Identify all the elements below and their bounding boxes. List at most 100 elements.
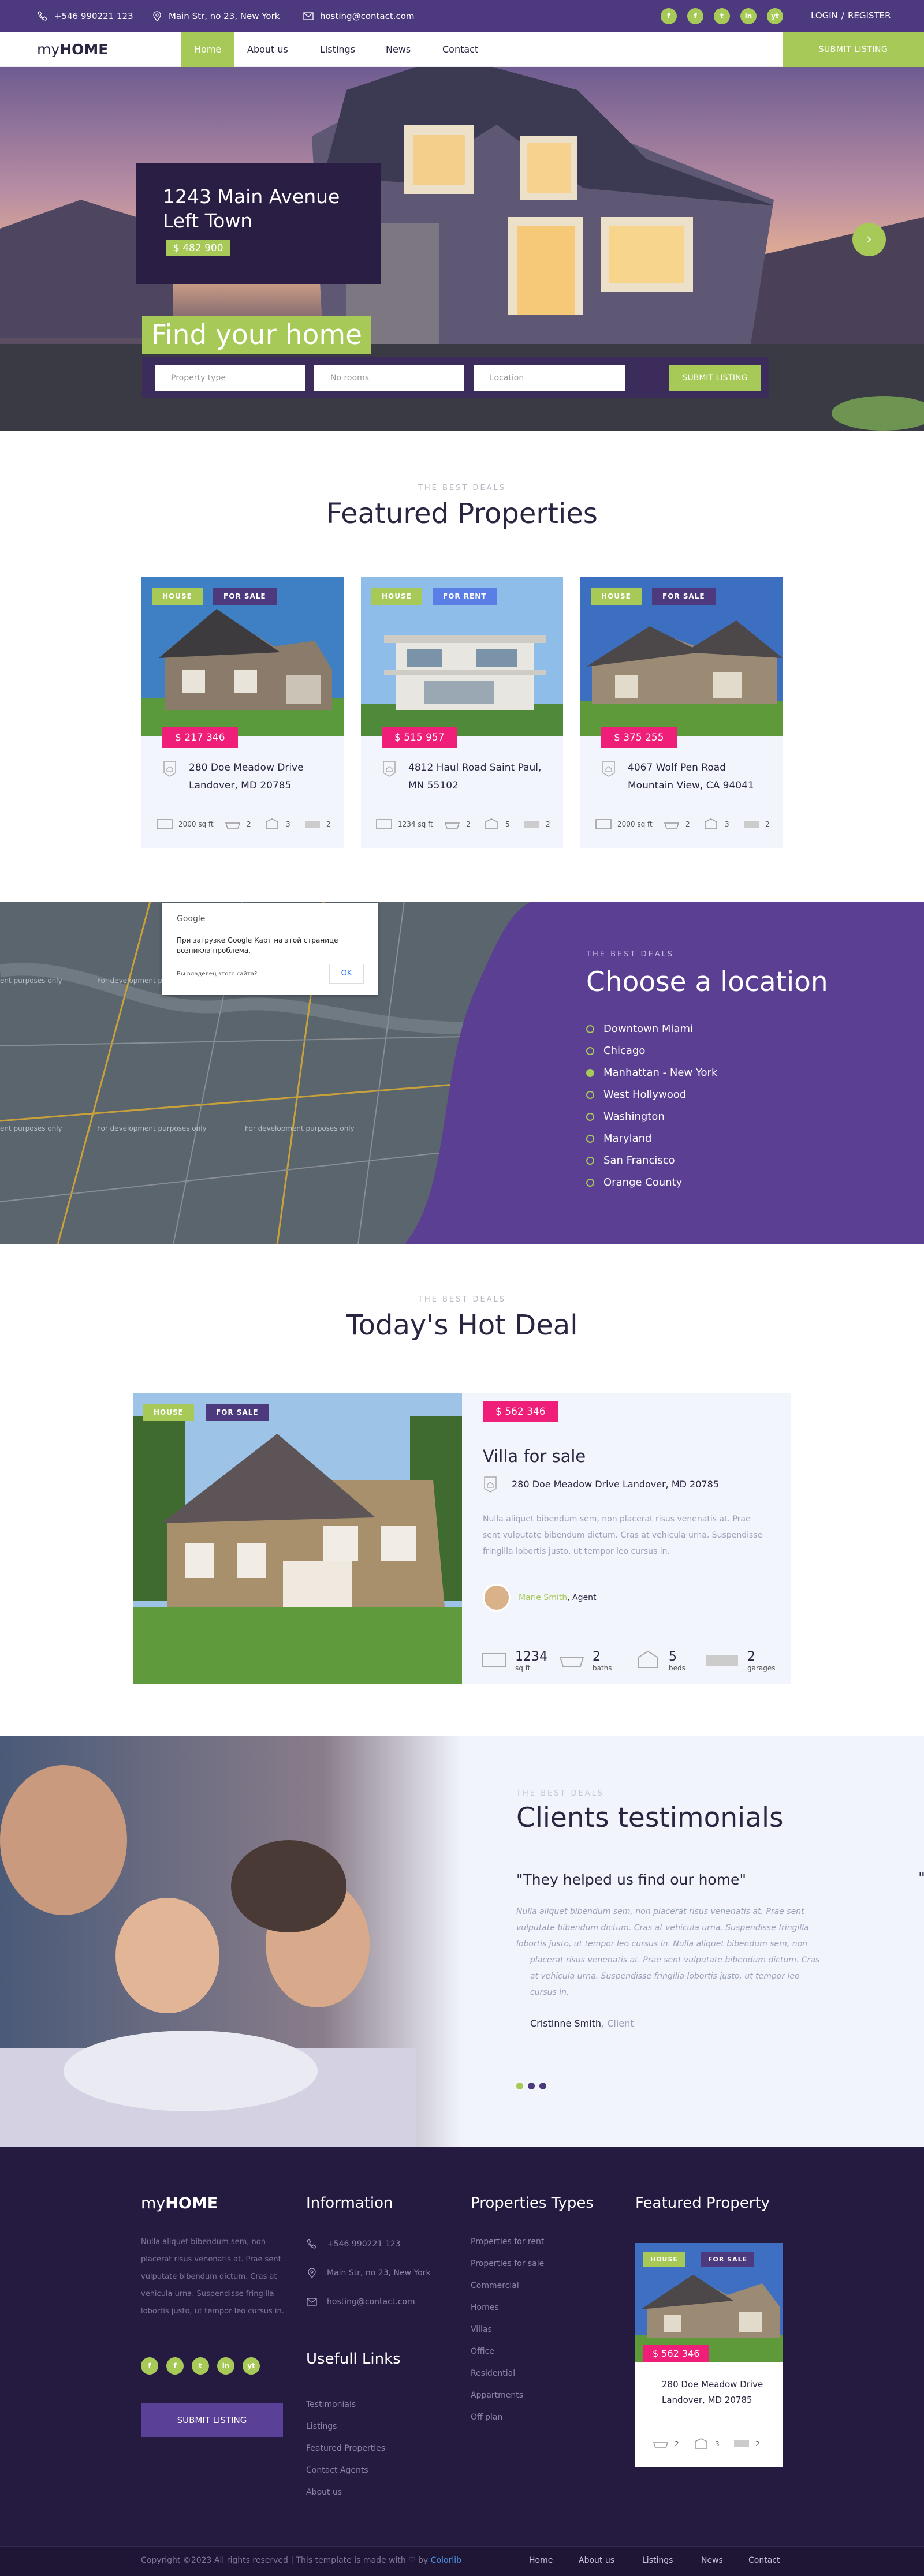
home-pin-icon [484,1476,497,1493]
footer-link[interactable]: Testimonials [306,2400,356,2409]
colorlib-link[interactable]: Colorlib [431,2556,461,2565]
footer-description: Nulla aliquet bibendum sem, non placerat… [141,2238,284,2316]
social-twitter-icon[interactable]: t [714,8,730,24]
nav-item-contact[interactable]: Contact [430,32,491,67]
topbar-phone: +546 990221 123 [54,11,133,21]
social-facebook-icon[interactable]: f [661,8,677,24]
nav-item-news[interactable]: News [373,32,423,67]
footer-logo[interactable]: myHOME [141,2194,218,2212]
location-item-active[interactable]: Manhattan - New York [586,1067,717,1079]
stat-unit: baths [593,1664,612,1672]
nav-item-listings[interactable]: Listings [307,32,368,67]
address-line1: 280 Doe Meadow Drive [189,762,304,773]
property-card[interactable]: HOUSE FOR SALE $ 217 346 280 Doe Meadow … [141,577,344,848]
footer-featured-card[interactable]: HOUSE FOR SALE $ 562 346 280 Doe Meadow … [635,2243,783,2467]
property-stats: 1234 sq ft 2 5 2 [376,818,550,832]
footer-bottom-bar: Copyright ©2023 All rights reserved | Th… [0,2546,924,2576]
property-price: $ 515 957 [382,727,457,748]
agent-label: Marie Smith, Agent [519,1593,597,1602]
carousel-dot-active[interactable] [516,2083,523,2089]
hotdeal-image[interactable] [133,1393,462,1684]
location-item[interactable]: Washington [586,1111,665,1123]
site-logo[interactable]: myHOME [37,41,108,58]
location-item[interactable]: West Hollywood [586,1089,686,1101]
footer-email[interactable]: hosting@contact.com [306,2296,415,2308]
footer-nav-link[interactable]: News [701,2556,723,2565]
property-type-link[interactable]: Properties for rent [471,2237,544,2246]
footer-link[interactable]: Listings [306,2422,337,2431]
agent-name[interactable]: Marie Smith [519,1593,567,1602]
agent-info[interactable]: Marie Smith, Agent [483,1584,597,1612]
carousel-dot[interactable] [539,2083,546,2089]
register-link[interactable]: REGISTER [848,10,891,21]
address-line1: 4067 Wolf Pen Road [628,762,726,773]
email-contact[interactable]: hosting@contact.com [303,10,415,22]
location-item[interactable]: Maryland [586,1132,651,1145]
property-type-link[interactable]: Off plan [471,2413,502,2422]
location-item[interactable]: San Francisco [586,1154,675,1167]
social-facebook-alt-icon[interactable]: f [687,8,703,24]
footer-phone[interactable]: +546 990221 123 [306,2238,401,2250]
location-item[interactable]: Chicago [586,1045,645,1057]
rooms-field[interactable]: No rooms [314,365,464,391]
stat-unit: sq ft [515,1664,531,1672]
footer-link[interactable]: Contact Agents [306,2466,368,2475]
property-card[interactable]: HOUSE FOR SALE $ 375 255 4067 Wolf Pen R… [580,577,783,848]
social-twitter-icon[interactable]: t [192,2357,209,2375]
hotdeal-name[interactable]: Villa for sale [483,1446,586,1466]
property-type-link[interactable]: Commercial [471,2281,519,2290]
nav-item-home[interactable]: Home [181,32,234,67]
location-bullet-icon [586,1156,594,1165]
carousel-dot[interactable] [528,2083,535,2089]
footer-link[interactable]: Featured Properties [306,2444,385,2453]
slider-next-button[interactable]: › [852,223,886,256]
footer-nav-link[interactable]: Listings [642,2556,673,2565]
phone-text: +546 990221 123 [327,2239,401,2249]
search-submit-button[interactable]: SUBMIT LISTING [669,365,761,391]
login-link[interactable]: LOGIN [811,10,838,21]
footer-nav-link[interactable]: About us [579,2556,614,2565]
property-type-link[interactable]: Homes [471,2303,499,2312]
nav-item-about[interactable]: About us [234,32,301,67]
baths-value: 2 [247,820,251,828]
social-linkedin-icon[interactable]: in [740,8,757,24]
footer-link[interactable]: About us [306,2488,342,2497]
property-type-link[interactable]: Villas [471,2325,492,2334]
next-testimonial-quote-mark: " [918,1870,924,1887]
property-type-link[interactable]: Office [471,2347,494,2356]
social-facebook-icon[interactable]: f [141,2357,158,2375]
social-youtube-icon[interactable]: yt [243,2357,260,2375]
garages-value: 2 [326,820,331,828]
property-type-link[interactable]: Residential [471,2369,515,2378]
footer-nav-link[interactable]: Contact [748,2556,780,2565]
submit-listing-button[interactable]: SUBMIT LISTING [783,32,924,67]
footer-submit-listing-button[interactable]: SUBMIT LISTING [141,2403,283,2437]
location-field[interactable]: Location [474,365,625,391]
testimonial-quote-title: "They helped us find our home" [516,1871,746,1888]
property-type-link[interactable]: Properties for sale [471,2259,544,2268]
baths-stat: 2 baths [559,1650,612,1672]
property-stats: 2000 sq ft 2 3 2 [595,818,770,832]
property-type-tag: HOUSE [143,1404,194,1421]
social-linkedin-icon[interactable]: in [217,2357,234,2375]
garage-icon [734,2440,749,2447]
property-type-field[interactable]: Property type [155,365,305,391]
property-type-link[interactable]: Appartments [471,2391,523,2400]
hotdeal-title: Today's Hot Deal [346,1309,578,1341]
stat-value: 2 [593,1650,601,1664]
listing-address-line1: 1243 Main Avenue [163,185,340,208]
location-panel-background [404,902,924,1244]
hotdeal-stats: 1234 sq ft 2 baths 5 beds 2 garages [462,1642,791,1684]
location-item[interactable]: Orange County [586,1176,682,1188]
footer-nav-link[interactable]: Home [529,2556,553,2565]
logo-prefix: my [37,41,60,58]
social-youtube-icon[interactable]: yt [767,8,783,24]
map-dialog-question[interactable]: Вы владелец этого сайта? [177,971,257,977]
property-card[interactable]: HOUSE FOR RENT $ 515 957 4812 Haul Road … [361,577,563,848]
bathtub-icon [559,1657,584,1667]
location-item[interactable]: Downtown Miami [586,1023,693,1035]
map-dialog-ok-button[interactable]: OK [329,964,364,984]
location-label: Orange County [603,1176,683,1188]
social-facebook-alt-icon[interactable]: f [166,2357,184,2375]
phone-contact[interactable]: +546 990221 123 [37,10,133,22]
